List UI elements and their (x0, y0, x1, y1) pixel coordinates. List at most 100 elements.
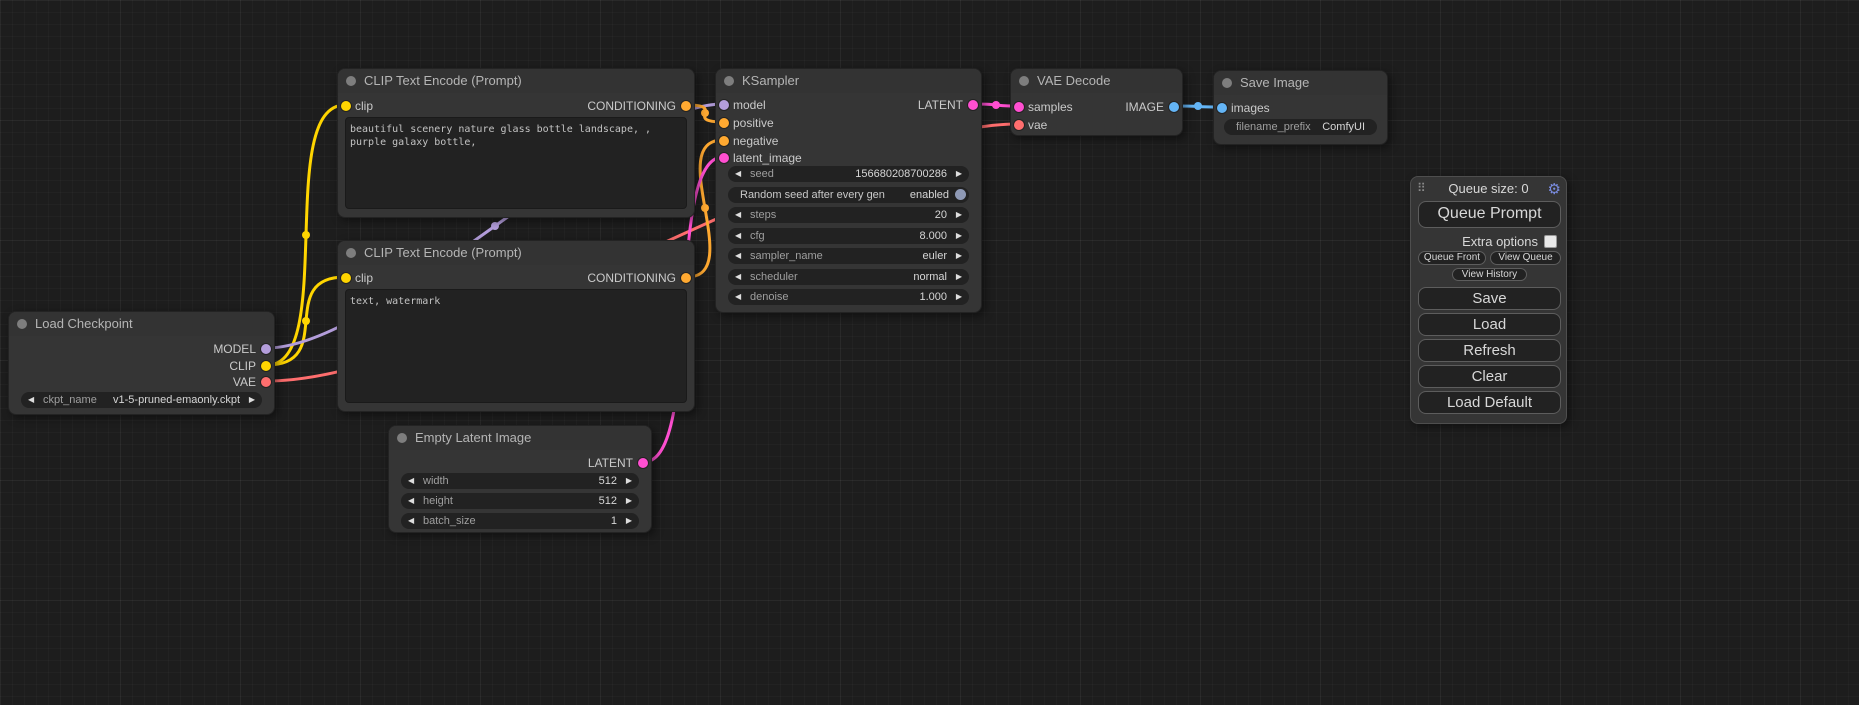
output-label-image: IMAGE (1125, 100, 1164, 114)
widget-value: 156680208700286 (855, 168, 947, 180)
stepper-right-icon[interactable]: ▶ (956, 292, 962, 302)
stepper-left-icon[interactable]: ◀ (408, 496, 414, 506)
input-slot-images[interactable] (1217, 103, 1227, 113)
settings-gear-icon[interactable]: ⚙ (1548, 180, 1561, 198)
link-midpoint-dot[interactable] (302, 231, 310, 239)
node-title: CLIP Text Encode (Prompt) (364, 245, 522, 260)
widget-label: cfg (750, 230, 765, 242)
link-midpoint-dot[interactable] (701, 109, 709, 117)
stepper-right-icon[interactable]: ▶ (956, 169, 962, 179)
input-slot-positive[interactable] (719, 118, 729, 128)
stepper-right-icon[interactable]: ▶ (956, 251, 962, 261)
widget-label: Random seed after every gen (740, 189, 885, 201)
node-empty-latent-image: Empty Latent Image LATENT ◀ width 512 ▶ … (388, 425, 652, 533)
toggle-knob-icon[interactable] (955, 189, 966, 200)
widget-random-seed-toggle[interactable]: Random seed after every gen enabled (728, 187, 969, 203)
collapse-dot-icon[interactable] (346, 76, 356, 86)
extra-options-checkbox[interactable] (1544, 235, 1557, 248)
output-slot-latent[interactable] (638, 458, 648, 468)
collapse-dot-icon[interactable] (397, 433, 407, 443)
stepper-left-icon[interactable]: ◀ (735, 292, 741, 302)
widget-label: scheduler (750, 271, 798, 283)
extra-options-label: Extra options (1462, 234, 1538, 249)
stepper-left-icon[interactable]: ◀ (408, 476, 414, 486)
input-label-latent-image: latent_image (733, 151, 802, 165)
stepper-left-icon[interactable]: ◀ (735, 231, 741, 241)
queue-front-button[interactable]: Queue Front (1418, 251, 1486, 265)
node-graph-canvas[interactable]: Load Checkpoint MODEL CLIP VAE ◀ ckpt_na… (0, 0, 1859, 705)
output-slot-image[interactable] (1169, 102, 1179, 112)
node-empty-latent-titlebar[interactable]: Empty Latent Image (389, 426, 651, 450)
slot-row: clip CONDITIONING (338, 270, 694, 286)
node-load-checkpoint-titlebar[interactable]: Load Checkpoint (9, 312, 274, 336)
stepper-left-icon[interactable]: ◀ (408, 516, 414, 526)
widget-filename-prefix[interactable]: filename_prefix ComfyUI (1224, 119, 1377, 135)
input-slot-negative[interactable] (719, 136, 729, 146)
input-slot-clip[interactable] (341, 101, 351, 111)
stepper-right-icon[interactable]: ▶ (626, 516, 632, 526)
widget-width[interactable]: ◀ width 512 ▶ (401, 473, 639, 489)
widget-scheduler[interactable]: ◀ scheduler normal ▶ (728, 269, 969, 285)
widget-steps[interactable]: ◀ steps 20 ▶ (728, 207, 969, 223)
collapse-dot-icon[interactable] (1019, 76, 1029, 86)
output-slot-conditioning[interactable] (681, 273, 691, 283)
view-queue-button[interactable]: View Queue (1490, 251, 1561, 265)
widget-ckpt-name[interactable]: ◀ ckpt_name v1-5-pruned-emaonly.ckpt ▶ (21, 392, 262, 408)
widget-cfg[interactable]: ◀ cfg 8.000 ▶ (728, 228, 969, 244)
widget-sampler-name[interactable]: ◀ sampler_name euler ▶ (728, 248, 969, 264)
slot-row: CLIP (9, 358, 274, 374)
input-slot-samples[interactable] (1014, 102, 1024, 112)
stepper-right-icon[interactable]: ▶ (249, 395, 255, 405)
save-button[interactable]: Save (1418, 287, 1561, 310)
input-slot-vae[interactable] (1014, 120, 1024, 130)
node-vae-decode: VAE Decode samples IMAGE vae (1010, 68, 1183, 136)
input-slot-latent-image[interactable] (719, 153, 729, 163)
stepper-right-icon[interactable]: ▶ (956, 272, 962, 282)
widget-seed[interactable]: ◀ seed 156680208700286 ▶ (728, 166, 969, 182)
link-midpoint-dot[interactable] (992, 101, 1000, 109)
output-slot-clip[interactable] (261, 361, 271, 371)
load-default-button[interactable]: Load Default (1418, 391, 1561, 414)
view-history-button[interactable]: View History (1452, 268, 1527, 281)
positive-prompt-textarea[interactable]: beautiful scenery nature glass bottle la… (345, 117, 687, 209)
widget-denoise[interactable]: ◀ denoise 1.000 ▶ (728, 289, 969, 305)
stepper-left-icon[interactable]: ◀ (735, 251, 741, 261)
widget-batch-size[interactable]: ◀ batch_size 1 ▶ (401, 513, 639, 529)
output-slot-model[interactable] (261, 344, 271, 354)
output-slot-latent[interactable] (968, 100, 978, 110)
widget-height[interactable]: ◀ height 512 ▶ (401, 493, 639, 509)
load-button[interactable]: Load (1418, 313, 1561, 336)
link-midpoint-dot[interactable] (302, 317, 310, 325)
node-clip-negative-titlebar[interactable]: CLIP Text Encode (Prompt) (338, 241, 694, 265)
output-slot-conditioning[interactable] (681, 101, 691, 111)
node-title: Save Image (1240, 75, 1309, 90)
collapse-dot-icon[interactable] (1222, 78, 1232, 88)
input-label-model: model (733, 98, 766, 112)
input-slot-model[interactable] (719, 100, 729, 110)
link-midpoint-dot[interactable] (701, 204, 709, 212)
stepper-right-icon[interactable]: ▶ (626, 496, 632, 506)
refresh-button[interactable]: Refresh (1418, 339, 1561, 362)
stepper-left-icon[interactable]: ◀ (28, 395, 34, 405)
node-ksampler-titlebar[interactable]: KSampler (716, 69, 981, 93)
input-slot-clip[interactable] (341, 273, 351, 283)
stepper-right-icon[interactable]: ▶ (956, 210, 962, 220)
stepper-left-icon[interactable]: ◀ (735, 210, 741, 220)
stepper-right-icon[interactable]: ▶ (626, 476, 632, 486)
node-vae-decode-titlebar[interactable]: VAE Decode (1011, 69, 1182, 93)
link-midpoint-dot[interactable] (491, 222, 499, 230)
node-save-image-titlebar[interactable]: Save Image (1214, 71, 1387, 95)
stepper-right-icon[interactable]: ▶ (956, 231, 962, 241)
widget-value: ComfyUI (1322, 121, 1365, 133)
clear-button[interactable]: Clear (1418, 365, 1561, 388)
negative-prompt-textarea[interactable]: text, watermark (345, 289, 687, 403)
collapse-dot-icon[interactable] (17, 319, 27, 329)
stepper-left-icon[interactable]: ◀ (735, 272, 741, 282)
link-midpoint-dot[interactable] (1194, 102, 1202, 110)
stepper-left-icon[interactable]: ◀ (735, 169, 741, 179)
collapse-dot-icon[interactable] (346, 248, 356, 258)
collapse-dot-icon[interactable] (724, 76, 734, 86)
node-clip-positive-titlebar[interactable]: CLIP Text Encode (Prompt) (338, 69, 694, 93)
output-slot-vae[interactable] (261, 377, 271, 387)
queue-prompt-button[interactable]: Queue Prompt (1418, 201, 1561, 228)
